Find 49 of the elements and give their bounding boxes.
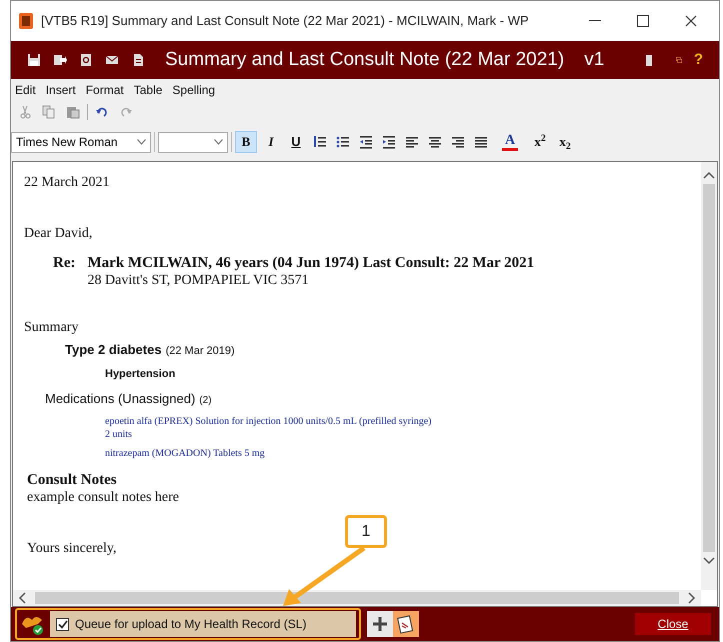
scroll-down-icon[interactable] — [703, 556, 715, 566]
format-button[interactable]: U — [285, 131, 307, 153]
close-button[interactable]: Close — [635, 613, 711, 635]
patient-address: 28 Davitt's ST, POMPAPIEL VIC 3571 — [88, 272, 310, 289]
re-label: Re: — [53, 255, 76, 273]
medication-name: nitrazepam (MOGADON) Tablets 5 mg — [105, 447, 265, 460]
horizontal-scrollbar[interactable] — [13, 590, 701, 606]
chevron-down-icon — [137, 139, 146, 145]
medication-name: epoetin alfa (EPREX) Solution for injection 1000 units/0.5 mL (prefilled syringe) — [105, 415, 432, 428]
condition-name: Hypertension — [105, 367, 176, 382]
menu-item[interactable]: Table — [134, 81, 162, 99]
window-title: [VTB5 R19] Summary and Last Consult Note (22 Mar 2021) - MCILWAIN, Mark - WP — [41, 12, 529, 30]
version-label: v1 — [584, 48, 604, 72]
medication-count: (2) — [199, 394, 212, 408]
format-button[interactable]: I — [260, 131, 282, 153]
font-dropdown[interactable]: Times New Roman — [11, 132, 151, 152]
queue-upload-checkbox[interactable]: Queue for upload to My Health Record (SL) — [50, 611, 356, 637]
menu-item[interactable]: Insert — [46, 81, 76, 99]
callout-badge: 1 — [345, 515, 387, 548]
menu-item[interactable]: Format — [86, 81, 124, 99]
consult-text: example consult notes here — [27, 489, 180, 506]
clipboard-icon[interactable] — [393, 611, 419, 637]
medication-dose: 2 units — [105, 428, 133, 441]
patient-line: Mark MCILWAIN, 46 years (04 Jun 1974) Last Consult: 22 Mar 2021 — [88, 255, 534, 272]
format-button[interactable]: x$^{2}$ — [529, 131, 551, 153]
scroll-left-icon[interactable] — [17, 592, 27, 604]
app-icon — [19, 13, 33, 29]
section-heading: Medications (Unassigned) — [45, 390, 196, 407]
font-color-button[interactable]: A — [498, 131, 522, 153]
section-heading: Consult Notes — [27, 472, 117, 489]
checkmark-icon — [58, 620, 68, 628]
format-button[interactable]: B — [235, 131, 257, 153]
menu-item[interactable]: Spelling — [172, 81, 216, 99]
help-button[interactable]: ? — [694, 48, 703, 72]
windows-icon — [676, 54, 682, 66]
letter-closing: Yours sincerely, — [27, 540, 116, 557]
add-icon[interactable] — [367, 611, 393, 637]
scroll-up-icon[interactable] — [703, 170, 715, 180]
condition-name: Type 2 diabetes — [65, 341, 162, 358]
section-heading: Summary — [24, 319, 78, 336]
vertical-scrollbar[interactable] — [701, 162, 717, 590]
scroll-right-icon[interactable] — [687, 592, 697, 604]
condition-date: (22 Mar 2019) — [166, 344, 235, 359]
document-title: Summary and Last Consult Note (22 Mar 2021) — [165, 48, 564, 72]
greeting: Dear David, — [24, 225, 92, 242]
menu-item[interactable]: Edit — [15, 81, 36, 99]
format-button[interactable]: x$_{2}$ — [554, 131, 576, 153]
letter-date: 22 March 2021 — [24, 174, 110, 191]
chevron-down-icon — [214, 139, 223, 145]
